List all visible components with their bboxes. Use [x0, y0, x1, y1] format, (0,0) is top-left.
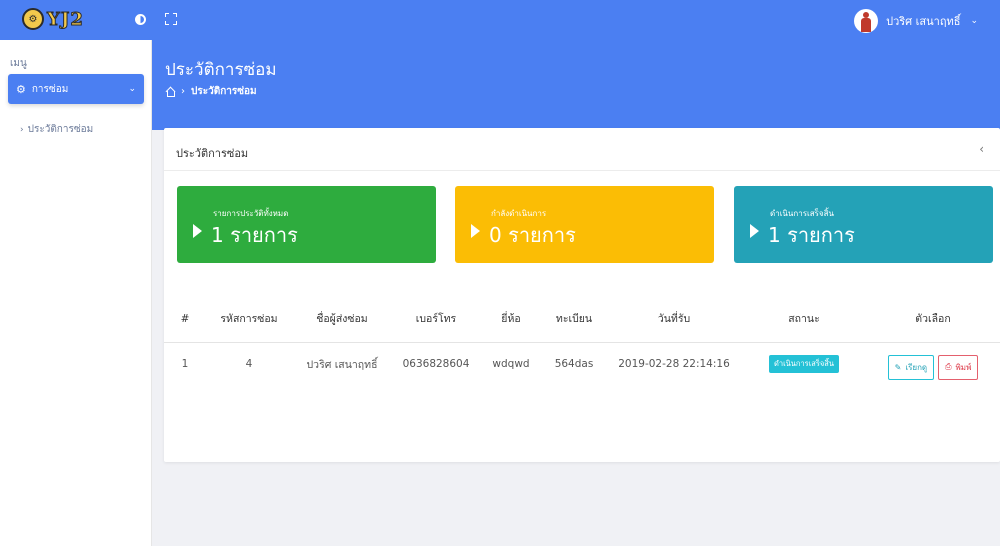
- print-button[interactable]: ⎙ พิมพ์: [938, 354, 979, 380]
- column-header[interactable]: เบอร์โทร: [392, 296, 480, 343]
- user-menu[interactable]: ปวริศ เสนาฤทธิ์ ⌄: [854, 9, 978, 33]
- column-header: ตัวเลือก: [866, 296, 1000, 343]
- play-icon: [471, 224, 480, 238]
- view-button[interactable]: ✎ เรียกดู: [887, 354, 935, 380]
- card-title: ประวัติการซ่อม: [176, 147, 249, 160]
- cell-status: ดำเนินการเสร็จสิ้น: [742, 342, 866, 386]
- cell-brand: wdqwd: [492, 358, 530, 371]
- avatar: [854, 9, 879, 33]
- breadcrumb-separator-icon: ›: [181, 86, 185, 97]
- sidebar-subitem-label: ประวัติการซ่อม: [27, 124, 94, 135]
- print-icon: ⎙: [945, 362, 952, 372]
- column-header[interactable]: สถานะ: [742, 296, 866, 343]
- breadcrumb-current: ประวัติการซ่อม: [191, 86, 257, 97]
- column-header[interactable]: ชื่อผู้ส่งซ่อม: [292, 296, 392, 343]
- sidebar-brand: ⚙ YJ2: [0, 0, 152, 40]
- history-card: ประวัติการซ่อม ‹ รายการประวัติทั้งหมด 1 …: [164, 128, 1000, 462]
- history-table: # รหัสการซ่อม ชื่อผู้ส่งซ่อม เบอร์โทร ยี…: [164, 296, 1000, 386]
- stat-completed: ดำเนินการเสร็จสิ้น 1 รายการ: [734, 186, 993, 263]
- view-button-label: เรียกดู: [905, 362, 928, 372]
- status-badge: ดำเนินการเสร็จสิ้น: [769, 355, 839, 374]
- user-name: ปวริศ เสนาฤทธิ์: [886, 15, 961, 28]
- stat-count: 0 รายการ: [489, 223, 576, 247]
- table-row: 1 4 ปวริศ เสนาฤทธิ์ 0636828604 wdqwd 564…: [164, 342, 1000, 386]
- stat-in-progress: กำลังดำเนินการ 0 รายการ: [455, 186, 714, 263]
- cell-actions: ✎ เรียกดู ⎙ พิมพ์: [866, 342, 1000, 386]
- chevron-down-icon: ⌄: [970, 16, 978, 26]
- gear-logo-icon: ⚙: [22, 8, 44, 30]
- cell-phone: 0636828604: [402, 358, 470, 371]
- page-title: ประวัติการซ่อม: [165, 60, 277, 80]
- table-header-row: # รหัสการซ่อม ชื่อผู้ส่งซ่อม เบอร์โทร ยี…: [164, 296, 1000, 343]
- edit-icon: ✎: [894, 362, 902, 372]
- sidebar-menu-header: เมนู: [10, 58, 27, 69]
- cell-no: 1: [181, 358, 189, 371]
- brand-logo[interactable]: ⚙ YJ2: [22, 8, 84, 30]
- fullscreen-icon[interactable]: [165, 13, 177, 25]
- cell-plate: 564das: [554, 358, 594, 371]
- chevron-right-icon: ›: [20, 125, 24, 135]
- gears-icon: ⚙: [16, 82, 26, 96]
- page-header: [152, 40, 1000, 130]
- breadcrumb: › ประวัติการซ่อม: [165, 84, 257, 99]
- column-header[interactable]: ทะเบียน: [542, 296, 606, 343]
- column-header[interactable]: #: [164, 296, 206, 343]
- sidebar-subitem-repair-history[interactable]: › ประวัติการซ่อม: [20, 122, 93, 137]
- sidebar-item-repair[interactable]: ⚙ การซ่อม ⌄: [8, 74, 144, 104]
- sidebar-item-label: การซ่อม: [31, 83, 69, 95]
- sidebar: เมนู ⚙ การซ่อม ⌄ › ประวัติการซ่อม: [0, 40, 152, 546]
- brand-name: YJ2: [47, 8, 84, 30]
- chevron-down-icon: ⌄: [128, 84, 136, 94]
- column-header[interactable]: วันที่รับ: [606, 296, 742, 343]
- collapse-toggle-icon[interactable]: ‹: [979, 142, 984, 156]
- cell-sender: ปวริศ เสนาฤทธิ์: [306, 358, 378, 371]
- print-button-label: พิมพ์: [955, 362, 972, 372]
- column-header[interactable]: รหัสการซ่อม: [206, 296, 292, 343]
- divider: [164, 170, 1000, 171]
- play-icon: [193, 224, 202, 238]
- cell-repair-id: 4: [245, 358, 253, 371]
- play-icon: [750, 224, 759, 238]
- stat-count: 1 รายการ: [211, 223, 298, 247]
- sidebar-toggle-icon[interactable]: [135, 14, 146, 25]
- stat-count: 1 รายการ: [768, 223, 855, 247]
- stat-total-history: รายการประวัติทั้งหมด 1 รายการ: [177, 186, 436, 263]
- cell-received: 2019-02-28 22:14:16: [618, 358, 730, 371]
- home-icon[interactable]: [165, 87, 175, 97]
- column-header[interactable]: ยี่ห้อ: [480, 296, 542, 343]
